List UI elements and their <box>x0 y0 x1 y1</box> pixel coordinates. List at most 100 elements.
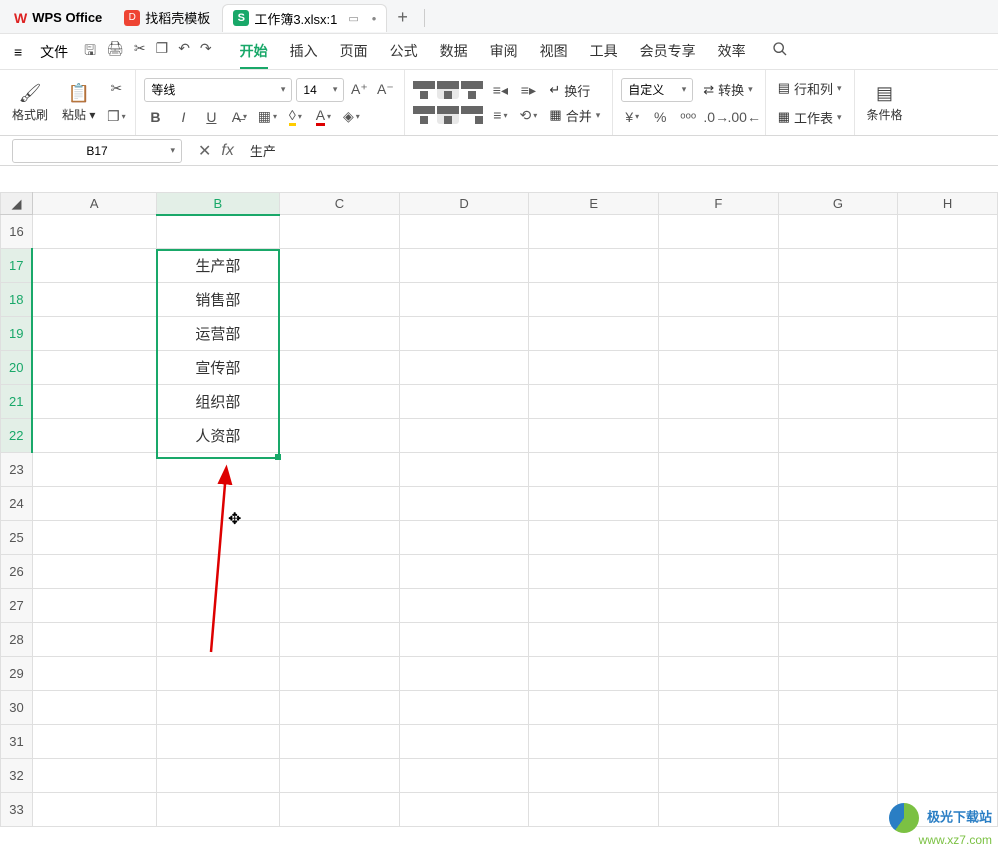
cell-E24[interactable] <box>529 487 659 521</box>
cell-B32[interactable] <box>156 759 280 793</box>
row-header-27[interactable]: 27 <box>1 589 33 623</box>
cell-A26[interactable] <box>32 555 156 589</box>
cell-C20[interactable] <box>280 351 400 385</box>
cell-D22[interactable] <box>399 419 529 453</box>
cell-A30[interactable] <box>32 691 156 725</box>
row-header-29[interactable]: 29 <box>1 657 33 691</box>
cell-C22[interactable] <box>280 419 400 453</box>
cell-B22[interactable]: 人资部 <box>156 419 280 453</box>
copy-button[interactable]: ❐ <box>105 106 127 128</box>
cell-G18[interactable] <box>778 283 898 317</box>
row-header-26[interactable]: 26 <box>1 555 33 589</box>
cell-F30[interactable] <box>658 691 778 725</box>
cell-D30[interactable] <box>399 691 529 725</box>
copy-qat-icon[interactable]: ❐ <box>156 40 169 64</box>
spreadsheet-grid[interactable]: ◢ABCDEFGH1617生产部18销售部19运营部20宣传部21组织部22人资… <box>0 192 998 853</box>
select-all-corner[interactable]: ◢ <box>1 193 33 215</box>
tab-tools[interactable]: 工具 <box>590 35 618 69</box>
cell-A19[interactable] <box>32 317 156 351</box>
cell-F32[interactable] <box>658 759 778 793</box>
row-header-28[interactable]: 28 <box>1 623 33 657</box>
tab-insert[interactable]: 插入 <box>290 35 318 69</box>
cell-F18[interactable] <box>658 283 778 317</box>
cell-A31[interactable] <box>32 725 156 759</box>
cell-C31[interactable] <box>280 725 400 759</box>
cell-G33[interactable] <box>778 793 898 827</box>
cell-H23[interactable] <box>898 453 998 487</box>
cell-E31[interactable] <box>529 725 659 759</box>
tab-formula[interactable]: 公式 <box>390 35 418 69</box>
cell-H17[interactable] <box>898 249 998 283</box>
cell-D21[interactable] <box>399 385 529 419</box>
cell-A32[interactable] <box>32 759 156 793</box>
cell-E22[interactable] <box>529 419 659 453</box>
cell-E28[interactable] <box>529 623 659 657</box>
cut-qat-icon[interactable]: ✂ <box>134 40 146 64</box>
tab-start[interactable]: 开始 <box>240 35 268 69</box>
cell-H16[interactable] <box>898 215 998 249</box>
column-header-E[interactable]: E <box>529 193 659 215</box>
name-box[interactable]: B17 ▾ <box>12 139 182 163</box>
clear-format-button[interactable]: ◈ <box>340 106 362 128</box>
cell-E21[interactable] <box>529 385 659 419</box>
cell-F22[interactable] <box>658 419 778 453</box>
increase-decimal-button[interactable]: .0→ <box>705 106 727 128</box>
tab-view[interactable]: 视图 <box>540 35 568 69</box>
cell-D16[interactable] <box>399 215 529 249</box>
cell-F17[interactable] <box>658 249 778 283</box>
template-tab[interactable]: D 找稻壳模板 <box>114 4 220 31</box>
cell-E32[interactable] <box>529 759 659 793</box>
convert-button[interactable]: ⇄ 转换 ▾ <box>699 78 756 101</box>
cell-E27[interactable] <box>529 589 659 623</box>
cell-B25[interactable] <box>156 521 280 555</box>
cell-G30[interactable] <box>778 691 898 725</box>
border-button[interactable]: ▦ <box>256 106 278 128</box>
cell-D32[interactable] <box>399 759 529 793</box>
cell-G22[interactable] <box>778 419 898 453</box>
cell-F19[interactable] <box>658 317 778 351</box>
tab-member[interactable]: 会员专享 <box>640 35 696 69</box>
cell-A16[interactable] <box>32 215 156 249</box>
cell-F29[interactable] <box>658 657 778 691</box>
cell-E18[interactable] <box>529 283 659 317</box>
cell-C30[interactable] <box>280 691 400 725</box>
cell-C25[interactable] <box>280 521 400 555</box>
cell-B20[interactable]: 宣传部 <box>156 351 280 385</box>
row-header-21[interactable]: 21 <box>1 385 33 419</box>
bold-button[interactable]: B <box>144 106 166 128</box>
cell-B16[interactable] <box>156 215 280 249</box>
align-left-button[interactable] <box>413 106 435 124</box>
formula-input[interactable]: 生产 <box>244 138 998 163</box>
font-name-select[interactable]: 等线▾ <box>144 78 292 102</box>
cell-C21[interactable] <box>280 385 400 419</box>
cell-D33[interactable] <box>399 793 529 827</box>
cell-A33[interactable] <box>32 793 156 827</box>
row-header-16[interactable]: 16 <box>1 215 33 249</box>
cell-B28[interactable] <box>156 623 280 657</box>
cell-D24[interactable] <box>399 487 529 521</box>
print-icon[interactable]: 🖨 <box>106 40 124 64</box>
cell-G21[interactable] <box>778 385 898 419</box>
cell-B27[interactable] <box>156 589 280 623</box>
number-format-select[interactable]: 自定义▾ <box>621 78 693 102</box>
cell-H28[interactable] <box>898 623 998 657</box>
format-painter-button[interactable]: 🖌 格式刷 <box>8 81 52 125</box>
cell-A17[interactable] <box>32 249 156 283</box>
justify-button[interactable]: ≡ <box>489 104 511 126</box>
cell-G20[interactable] <box>778 351 898 385</box>
column-header-H[interactable]: H <box>898 193 998 215</box>
cell-G24[interactable] <box>778 487 898 521</box>
file-menu[interactable]: 文件 <box>34 39 74 65</box>
cell-B26[interactable] <box>156 555 280 589</box>
cell-B23[interactable] <box>156 453 280 487</box>
align-middle-button[interactable] <box>437 81 459 99</box>
cell-G16[interactable] <box>778 215 898 249</box>
cell-G19[interactable] <box>778 317 898 351</box>
cell-H29[interactable] <box>898 657 998 691</box>
cell-B24[interactable] <box>156 487 280 521</box>
align-center-button[interactable] <box>437 106 459 124</box>
cancel-formula-icon[interactable]: ✕ <box>198 141 211 161</box>
column-header-F[interactable]: F <box>658 193 778 215</box>
cell-A28[interactable] <box>32 623 156 657</box>
cell-G23[interactable] <box>778 453 898 487</box>
